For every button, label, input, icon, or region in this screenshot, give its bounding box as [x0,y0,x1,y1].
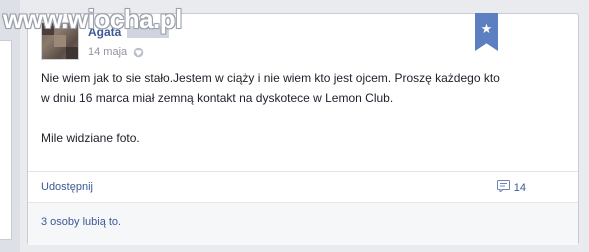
likes-section: 3 osoby lubią to. [28,202,578,245]
star-icon: ★ [480,21,493,36]
left-column-card [0,40,12,240]
share-link[interactable]: Udostępnij [41,181,93,193]
likes-link[interactable]: 3 osoby lubią to. [41,216,121,228]
watermark: www.wiocha.pl [3,4,182,34]
post-paragraph: Mile widziane foto. [41,131,140,145]
post-meta: 14 maja [88,46,144,58]
globe-icon [133,47,144,58]
comments-button[interactable]: 14 [496,180,526,195]
post-body: Nie wiem jak to sie stało.Jestem w ciąży… [41,68,501,148]
post-paragraph: Nie wiem jak to sie stało.Jestem w ciąży… [41,71,500,105]
divider [28,171,578,172]
comment-icon [496,180,510,195]
post-date[interactable]: 14 maja [88,46,127,58]
ribbon-bookmark[interactable]: ★ [475,13,498,51]
comment-count: 14 [513,181,526,194]
post-card: Agata 14 maja ★ Nie wiem jak to sie stał… [27,13,579,245]
